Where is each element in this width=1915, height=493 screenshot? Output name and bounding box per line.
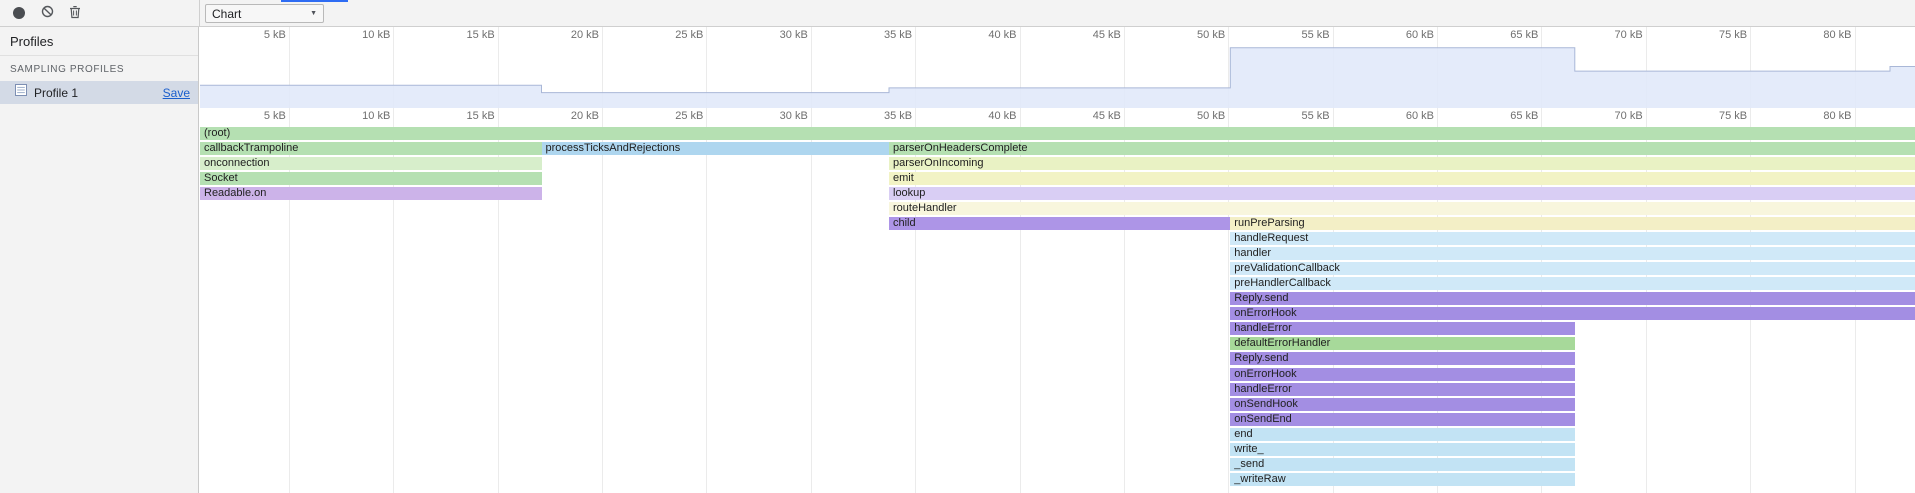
toolbar: Chart ▼ xyxy=(0,0,1915,27)
flame-bar[interactable]: callbackTrampoline xyxy=(200,142,542,155)
profiles-sidebar: Profiles SAMPLING PROFILES Profile 1 Sav… xyxy=(0,27,199,493)
flame-bar[interactable]: lookup xyxy=(889,187,1915,200)
flame-bar[interactable]: (root) xyxy=(200,127,1915,140)
flame-bar[interactable]: Reply.send xyxy=(1230,292,1915,305)
flame-bar[interactable]: handleError xyxy=(1230,383,1574,396)
flame-bar[interactable]: preHandlerCallback xyxy=(1230,277,1915,290)
flame-chart: (root) callbackTrampolineprocessTicksAndR… xyxy=(200,27,1915,493)
memory-profiler-panel: Chart ▼ Profiles SAMPLING PROFILES Profi… xyxy=(0,0,1915,493)
flame-bar[interactable]: _writeRaw xyxy=(1230,473,1574,486)
flame-bar[interactable]: parserOnIncoming xyxy=(889,157,1915,170)
heap-profile-icon xyxy=(14,83,28,102)
sidebar-title: Profiles xyxy=(0,27,198,56)
flame-bar[interactable]: handler xyxy=(1230,247,1915,260)
flame-bar[interactable]: child xyxy=(889,217,1230,230)
sampling-profiles-heading: SAMPLING PROFILES xyxy=(0,56,198,81)
record-icon xyxy=(13,7,25,19)
flame-bar[interactable]: onErrorHook xyxy=(1230,307,1915,320)
save-profile-link[interactable]: Save xyxy=(163,86,190,100)
flame-bar[interactable]: parserOnHeadersComplete xyxy=(889,142,1915,155)
flame-bar[interactable]: onconnection xyxy=(200,157,542,170)
flame-bar[interactable]: _send xyxy=(1230,458,1574,471)
toolbar-separator xyxy=(199,0,200,27)
flame-bar[interactable]: Socket xyxy=(200,172,542,185)
trash-icon xyxy=(69,5,81,22)
flame-bar[interactable]: end xyxy=(1230,428,1574,441)
allocation-chart-area: 5 kB10 kB15 kB20 kB25 kB30 kB35 kB40 kB4… xyxy=(200,27,1915,493)
block-icon xyxy=(41,5,54,21)
flame-bar[interactable]: write_ xyxy=(1230,443,1574,456)
flame-bar[interactable]: onSendEnd xyxy=(1230,413,1574,426)
flame-bar[interactable]: preValidationCallback xyxy=(1230,262,1915,275)
flame-bar[interactable]: routeHandler xyxy=(889,202,1915,215)
flame-bar[interactable]: handleRequest xyxy=(1230,232,1915,245)
delete-profile-button[interactable] xyxy=(62,1,88,25)
flame-bar[interactable]: Reply.send xyxy=(1230,352,1574,365)
flame-bar[interactable]: Readable.on xyxy=(200,187,542,200)
flame-bar[interactable]: processTicksAndRejections xyxy=(542,142,890,155)
chevron-down-icon: ▼ xyxy=(310,10,317,17)
chart-view-select[interactable]: Chart ▼ xyxy=(205,4,324,23)
flame-bar[interactable]: handleError xyxy=(1230,322,1574,335)
flame-bar[interactable]: onErrorHook xyxy=(1230,368,1574,381)
profile-item[interactable]: Profile 1 Save xyxy=(0,81,198,104)
chart-view-select-value: Chart xyxy=(212,7,241,21)
flame-bar[interactable]: onSendHook xyxy=(1230,398,1574,411)
flame-bar[interactable]: emit xyxy=(889,172,1915,185)
profile-name: Profile 1 xyxy=(34,86,78,100)
flame-bar[interactable]: runPreParsing xyxy=(1230,217,1915,230)
record-heap-profile-button[interactable] xyxy=(6,1,32,25)
clear-all-profiles-button[interactable] xyxy=(34,1,60,25)
active-tab-indicator xyxy=(281,0,348,2)
flame-bar[interactable]: defaultErrorHandler xyxy=(1230,337,1574,350)
